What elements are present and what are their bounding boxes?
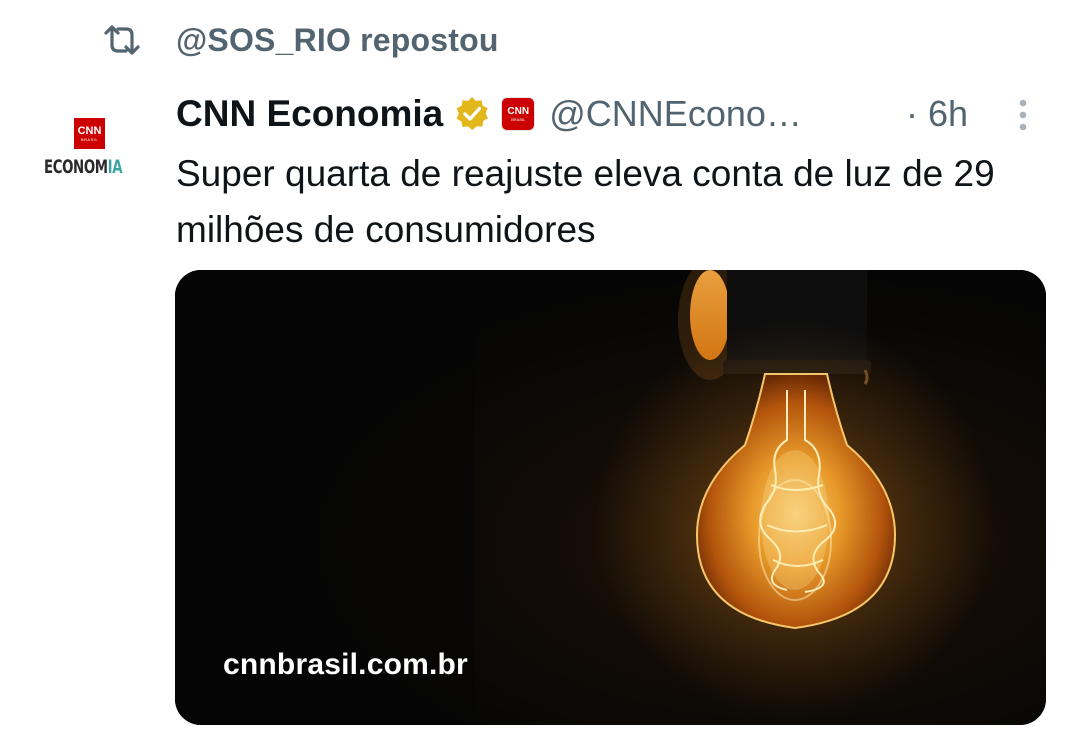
avatar-wordmark: ECONOMIA <box>44 156 123 178</box>
link-card[interactable]: cnnbrasil.com.br <box>175 270 1046 725</box>
card-domain: cnnbrasil.com.br <box>223 648 468 681</box>
repost-header: @SOS_RIO repostou <box>100 18 499 62</box>
timestamp[interactable]: 6h <box>928 93 968 135</box>
avatar[interactable]: CNN BRASIL ECONOMIA <box>38 108 142 186</box>
verified-badge-icon[interactable] <box>453 95 491 133</box>
avatar-cnn-logo: CNN BRASIL <box>74 118 105 149</box>
repost-label[interactable]: @SOS_RIO repostou <box>176 22 499 59</box>
author-handle[interactable]: @CNNEcono… <box>549 93 802 135</box>
author-name[interactable]: CNN Economia <box>176 93 443 135</box>
separator-dot: · <box>906 93 918 134</box>
tweet-text: Super quarta de reajuste eleva conta de … <box>176 153 995 250</box>
repost-icon <box>100 20 146 60</box>
affiliate-badge[interactable]: CNN BRASIL <box>501 97 536 131</box>
more-options-icon[interactable] <box>1011 96 1035 136</box>
tweet-header: CNN Economia CNN BRASIL @CNNEcono… · 6h <box>176 88 1056 140</box>
